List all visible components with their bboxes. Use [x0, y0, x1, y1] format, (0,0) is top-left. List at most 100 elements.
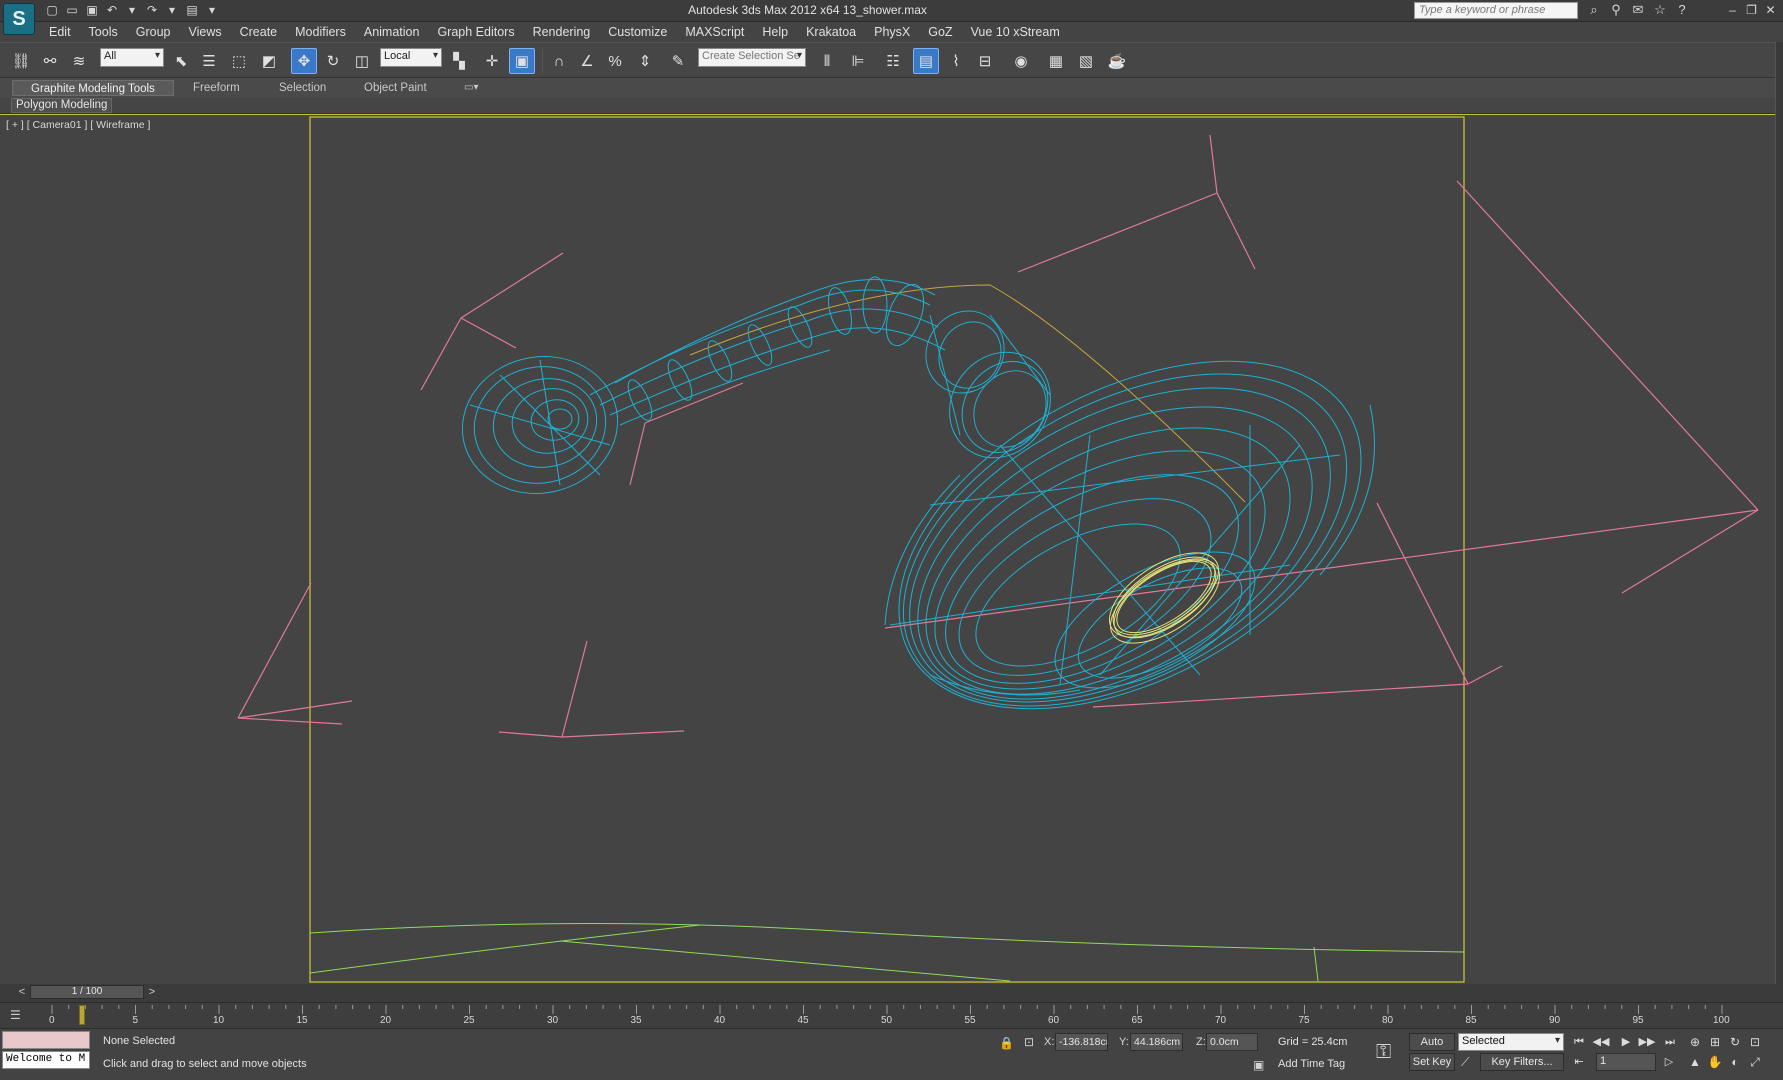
set-key-mode-key-icon[interactable]: ⚿: [1376, 1041, 1391, 1064]
select-and-manipulate-icon[interactable]: ✛: [479, 48, 505, 74]
current-frame-field[interactable]: 1: [1596, 1053, 1656, 1071]
menu-group[interactable]: Group: [127, 22, 180, 42]
set-key-button[interactable]: Set Key: [1409, 1053, 1455, 1071]
render-setup-icon[interactable]: ▦: [1043, 48, 1069, 74]
tab-object-paint[interactable]: Object Paint: [364, 80, 427, 96]
material-editor-icon[interactable]: ◉: [1008, 48, 1034, 74]
schematic-view-icon[interactable]: ⊟: [972, 48, 998, 74]
camera-viewport[interactable]: [ + ] [ Camera01 ] [ Wireframe ]: [0, 114, 1775, 984]
edit-named-selection-icon[interactable]: ✎: [665, 48, 691, 74]
help-icon[interactable]: ?: [1674, 2, 1690, 18]
reference-coordinate-dropdown[interactable]: Local: [380, 48, 442, 67]
time-tag-icon[interactable]: ▣: [1253, 1058, 1264, 1072]
orbit-icon[interactable]: ↻: [1726, 1033, 1744, 1051]
polygon-modeling-panel[interactable]: Polygon Modeling: [11, 98, 113, 113]
minimize-icon[interactable]: –: [1725, 2, 1740, 18]
snaps-toggle-icon[interactable]: ∩: [546, 48, 572, 74]
x-coordinate-field[interactable]: -136.818cr: [1055, 1033, 1108, 1051]
go-to-end-icon[interactable]: ⏭: [1661, 1033, 1679, 1051]
restore-icon[interactable]: ❐: [1744, 2, 1759, 18]
menu-maxscript[interactable]: MAXScript: [676, 22, 753, 42]
favorites-star-icon[interactable]: ☆: [1652, 2, 1668, 18]
key-mode-dropdown[interactable]: Selected: [1458, 1033, 1564, 1051]
trackbar[interactable]: ☰ 0 5 10 15 20 25 30 35 40 45 50 55 60 65 70 75 80 85 90 95…: [0, 1002, 1783, 1028]
menu-rendering[interactable]: Rendering: [524, 22, 600, 42]
time-configuration-icon[interactable]: ▷: [1660, 1053, 1678, 1071]
menu-animation[interactable]: Animation: [355, 22, 429, 42]
menu-vue-xstream[interactable]: Vue 10 xStream: [962, 22, 1069, 42]
orbit-camera-icon[interactable]: ◐: [1726, 1053, 1744, 1071]
menu-views[interactable]: Views: [179, 22, 230, 42]
unlink-selection-icon[interactable]: ⚯: [37, 48, 63, 74]
selection-filter-dropdown[interactable]: All: [100, 48, 164, 67]
keyboard-shortcut-override-icon[interactable]: ▣: [509, 48, 535, 74]
angle-snap-icon[interactable]: ∠: [574, 48, 600, 74]
go-to-start-icon[interactable]: ⏮: [1570, 1033, 1588, 1051]
time-slider-handle[interactable]: 1 / 100: [30, 985, 144, 999]
menu-krakatoa[interactable]: Krakatoa: [797, 22, 865, 42]
ribbon-options-icon[interactable]: ▭▾: [464, 80, 478, 96]
zoom-all-icon[interactable]: ⊞: [1706, 1033, 1724, 1051]
default-in-out-tangents-icon[interactable]: ⟋: [1461, 1055, 1469, 1069]
add-time-tag-button[interactable]: Add Time Tag: [1278, 1058, 1345, 1070]
menu-create[interactable]: Create: [231, 22, 287, 42]
percent-snap-icon[interactable]: %: [602, 48, 628, 74]
layer-manager-icon[interactable]: ☷: [880, 48, 906, 74]
pivot-center-icon[interactable]: ▚: [446, 48, 472, 74]
mirror-icon[interactable]: ⫴: [814, 48, 840, 74]
close-icon[interactable]: ✕: [1763, 2, 1778, 18]
y-coordinate-field[interactable]: 44.186cm: [1130, 1033, 1183, 1051]
tab-freeform[interactable]: Freeform: [193, 80, 240, 96]
key-mode-toggle-icon[interactable]: ⇤: [1570, 1053, 1588, 1071]
shower-mesh[interactable]: [450, 276, 1419, 780]
rendered-frame-window-icon[interactable]: ▧: [1073, 48, 1099, 74]
absolute-mode-transform-icon[interactable]: ⊡: [1024, 1035, 1034, 1049]
time-slider-prev-button[interactable]: <: [16, 985, 28, 999]
auto-key-button[interactable]: Auto Key: [1409, 1033, 1455, 1064]
field-of-view-icon[interactable]: ▲: [1686, 1053, 1704, 1071]
viewport-label[interactable]: [ + ] [ Camera01 ] [ Wireframe ]: [6, 119, 150, 131]
current-frame-marker[interactable]: [78, 1005, 85, 1025]
pan-view-icon[interactable]: ✋: [1706, 1053, 1724, 1071]
tab-selection[interactable]: Selection: [279, 80, 326, 96]
menu-help[interactable]: Help: [753, 22, 797, 42]
select-and-rotate-icon[interactable]: ↻: [320, 48, 346, 74]
spinner-snap-icon[interactable]: ⇕: [632, 48, 658, 74]
align-icon[interactable]: ⊫: [845, 48, 871, 74]
menu-customize[interactable]: Customize: [599, 22, 676, 42]
application-menu-button[interactable]: S: [3, 3, 35, 35]
select-object-icon[interactable]: ⬉: [168, 48, 194, 74]
render-production-icon[interactable]: ☕: [1104, 48, 1130, 74]
menu-modifiers[interactable]: Modifiers: [286, 22, 355, 42]
maxscript-output-field[interactable]: Welcome to M: [2, 1051, 90, 1069]
menu-tools[interactable]: Tools: [80, 22, 127, 42]
maximize-toggle-icon[interactable]: ⤢: [1746, 1053, 1764, 1071]
selection-lock-icon[interactable]: 🔒: [999, 1036, 1014, 1050]
key-filters-button[interactable]: Key Filters...: [1480, 1053, 1564, 1071]
subscription-icon[interactable]: ⚲: [1608, 2, 1624, 18]
menu-edit[interactable]: Edit: [40, 22, 80, 42]
curve-editor-icon[interactable]: ⌇: [943, 48, 969, 74]
window-crossing-icon[interactable]: ◩: [256, 48, 282, 74]
select-by-name-icon[interactable]: ☰: [196, 48, 222, 74]
tab-graphite-modeling-tools[interactable]: Graphite Modeling Tools: [12, 80, 174, 96]
maximize-viewport-icon[interactable]: ⊡: [1746, 1033, 1764, 1051]
rectangular-selection-icon[interactable]: ⬚: [226, 48, 252, 74]
select-and-scale-icon[interactable]: ◫: [349, 48, 375, 74]
graphite-modeling-toggle-icon[interactable]: ▤: [913, 48, 939, 74]
time-slider-next-button[interactable]: >: [146, 985, 158, 999]
search-icon[interactable]: ⌕: [1586, 2, 1602, 18]
menu-physx[interactable]: PhysX: [865, 22, 919, 42]
select-and-move-icon[interactable]: ✥: [291, 48, 317, 74]
previous-frame-icon[interactable]: ◀◀: [1592, 1033, 1610, 1051]
menu-graph-editors[interactable]: Graph Editors: [428, 22, 523, 42]
search-input[interactable]: Type a keyword or phrase: [1414, 2, 1578, 19]
bind-to-space-warp-icon[interactable]: ≋: [66, 48, 92, 74]
next-frame-icon[interactable]: ▶▶: [1638, 1033, 1656, 1051]
zoom-icon[interactable]: ⊕: [1686, 1033, 1704, 1051]
z-coordinate-field[interactable]: 0.0cm: [1206, 1033, 1258, 1051]
maxscript-mini-listener[interactable]: [2, 1031, 90, 1049]
communication-center-icon[interactable]: ✉: [1630, 2, 1646, 18]
menu-goz[interactable]: GoZ: [919, 22, 961, 42]
play-animation-icon[interactable]: ▶: [1617, 1033, 1635, 1051]
